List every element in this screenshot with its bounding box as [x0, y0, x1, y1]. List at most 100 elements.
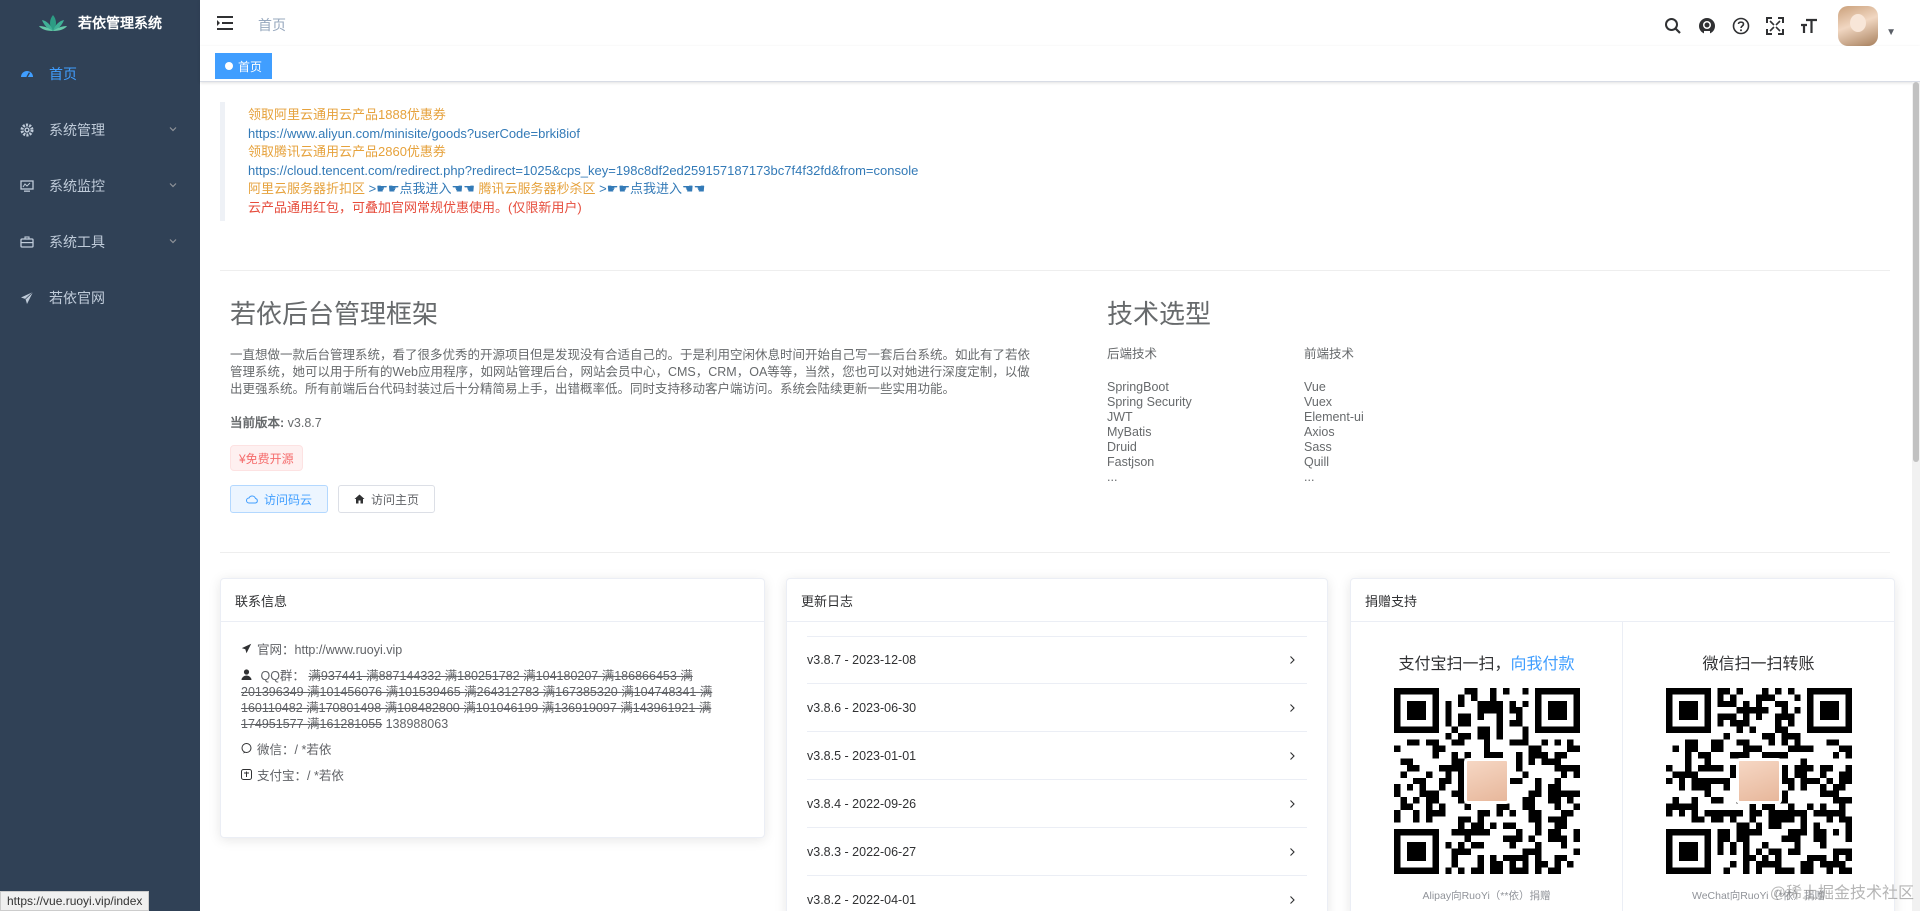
list-item: Fastjson — [1107, 455, 1155, 469]
sidebar-item-system-monitor[interactable]: 系统监控 — [0, 158, 200, 214]
cloud-icon — [246, 495, 258, 504]
app-logo[interactable]: 若依管理系统 — [0, 0, 200, 46]
qq-group-open: 138988063 — [385, 717, 449, 731]
wechat-qr-code — [1665, 688, 1852, 874]
scrollbar-thumb[interactable] — [1913, 82, 1919, 462]
alipay-caption: Alipay向RuoYi（**依）捐赠 — [1422, 890, 1551, 902]
qr-avatar — [1463, 758, 1510, 804]
alipay-label: 支付宝： — [257, 769, 308, 783]
chevron-down-icon — [169, 183, 177, 188]
frontend-tech-heading: 前端技术 — [1304, 347, 1355, 361]
alipay-title-highlight: 向我付款 — [1510, 656, 1575, 673]
changelog-item-label: v3.8.5 - 2023-01-01 — [807, 748, 917, 763]
notice-link[interactable]: >☛☛点我进入☚☚ — [599, 181, 705, 196]
notice-link[interactable]: >☛☛点我进入☚☚ — [369, 181, 475, 196]
chevron-down-icon — [169, 239, 177, 244]
intro-title: 若依后台管理框架 — [230, 299, 439, 329]
monitor-icon — [20, 179, 34, 193]
contact-card: 联系信息 官网： http://www.ruoyi.vip QQ群： 满9374… — [220, 578, 765, 838]
donate-card: 捐赠支持 支付宝扫一扫，向我付款 Alipay向RuoYi（**依）捐赠 微信扫… — [1350, 578, 1895, 911]
list-item: ... — [1107, 470, 1118, 484]
app-title: 若依管理系统 — [78, 15, 162, 31]
notice-link[interactable]: https://cloud.tencent.com/redirect.php?r… — [248, 162, 1890, 181]
notice-link[interactable]: https://www.aliyun.com/minisite/goods?us… — [248, 125, 1890, 144]
site-url[interactable]: http://www.ruoyi.vip — [295, 642, 403, 658]
github-icon[interactable] — [1690, 9, 1724, 43]
list-item: Axios — [1304, 425, 1335, 439]
caret-down-icon[interactable]: ▼ — [1886, 27, 1896, 38]
list-item: Vuex — [1304, 395, 1333, 409]
sidebar-item-home[interactable]: 首页 — [0, 46, 200, 102]
wechat-donate: 微信扫一扫转账 WeChat向RuoYi（*依）捐赠 — [1622, 622, 1894, 911]
notice-line[interactable]: 阿里云服务器折扣区 — [248, 181, 365, 196]
avatar[interactable] — [1838, 6, 1879, 46]
intro-section: 若依后台管理框架 一直想做一款后台管理系统，看了很多优秀的开源项目但是发现没有合… — [230, 294, 1040, 513]
dashboard-icon — [20, 67, 34, 81]
list-item: Sass — [1304, 440, 1332, 454]
changelog-item[interactable]: v3.8.2 - 2022-04-01 — [807, 876, 1307, 911]
qq-groups-full: 满937441 满887144332 满180251782 满104180207… — [241, 669, 713, 731]
intro-description: 一直想做一款后台管理系统，看了很多优秀的开源项目但是发现没有合适自己的。于是利用… — [230, 348, 1031, 396]
hamburger-icon[interactable] — [216, 14, 234, 32]
changelog-item-label: v3.8.7 - 2023-12-08 — [807, 653, 917, 667]
sidebar-item-system-management[interactable]: 系统管理 — [0, 102, 200, 158]
tech-title: 技术选型 — [1107, 299, 1212, 329]
tag-home[interactable]: 首页 — [215, 53, 273, 79]
changelog-item[interactable]: v3.8.6 - 2023-06-30 — [807, 684, 1307, 732]
breadcrumb: 首页 — [258, 17, 286, 33]
list-item: Druid — [1107, 440, 1137, 454]
vertical-scrollbar[interactable] — [1912, 82, 1920, 911]
sidebar-item-label: 系统工具 — [49, 234, 105, 250]
visit-gitee-button[interactable]: 访问码云 — [230, 485, 329, 513]
top-navbar: 首页 ▼ — [200, 0, 1920, 46]
sidebar-item-official-site[interactable]: 若依官网 — [0, 270, 200, 326]
list-item: Element-ui — [1304, 410, 1364, 424]
promo-notice: 领取阿里云通用云产品1888优惠券 https://www.aliyun.com… — [220, 102, 1890, 221]
card-title: 联系信息 — [221, 579, 764, 622]
list-item: Quill — [1304, 455, 1330, 469]
browser-status-url: https://vue.ruoyi.vip/index — [0, 891, 150, 911]
button-label: 访问码云 — [264, 492, 313, 507]
version-line: 当前版本: v3.8.7 — [230, 412, 1040, 431]
notice-line[interactable]: 领取阿里云通用云产品1888优惠券 — [248, 106, 1890, 125]
sidebar: 若依管理系统 首页 系统管理 系统监控 系统工具 若依官网 — [0, 0, 200, 911]
chevron-right-icon — [1290, 847, 1295, 856]
active-dot-icon — [225, 62, 233, 70]
lotus-logo-icon — [39, 15, 67, 31]
changelog-item[interactable]: v3.8.3 - 2022-06-27 — [807, 828, 1307, 876]
main-content: 领取阿里云通用云产品1888优惠券 https://www.aliyun.com… — [200, 82, 1912, 911]
gear-icon — [20, 123, 34, 137]
changelog-item[interactable]: v3.8.7 - 2023-12-08 — [807, 636, 1307, 684]
site-label: 官网： — [257, 643, 295, 657]
alipay-title-text: 支付宝扫一扫， — [1398, 656, 1511, 673]
changelog-item[interactable]: v3.8.5 - 2023-01-01 — [807, 732, 1307, 780]
notice-line: 云产品通用红包，可叠加官网常规优惠使用。(仅限新用户) — [248, 199, 582, 215]
chevron-right-icon — [1290, 703, 1295, 712]
fullscreen-icon[interactable] — [1758, 9, 1792, 43]
wechat-title: 微信扫一扫转账 — [1702, 656, 1815, 673]
notice-line[interactable]: 领取腾讯云通用云产品2860优惠券 — [248, 143, 1890, 162]
sidebar-item-label: 系统管理 — [49, 122, 105, 138]
backend-tech-heading: 后端技术 — [1107, 347, 1158, 361]
alipay-icon — [241, 768, 255, 784]
changelog-item[interactable]: v3.8.4 - 2022-09-26 — [807, 780, 1307, 828]
sidebar-item-label: 系统监控 — [49, 178, 105, 194]
tag-label: 首页 — [238, 59, 263, 74]
paper-plane-icon — [20, 291, 34, 305]
font-size-icon[interactable] — [1792, 9, 1826, 43]
alipay-value: / *若依 — [307, 769, 344, 783]
list-item: Spring Security — [1107, 395, 1192, 409]
alipay-title: 支付宝扫一扫，向我付款 — [1351, 650, 1622, 674]
sidebar-item-system-tools[interactable]: 系统工具 — [0, 214, 200, 270]
notice-line[interactable]: 腾讯云服务器秒杀区 — [478, 181, 595, 196]
list-item: JWT — [1107, 410, 1133, 424]
help-icon[interactable] — [1724, 9, 1758, 43]
wechat-label: 微信： — [257, 743, 295, 757]
search-icon[interactable] — [1656, 9, 1690, 43]
alipay-qr-code — [1393, 688, 1580, 874]
wechat-value: / *若依 — [294, 743, 332, 757]
sidebar-item-label: 首页 — [49, 66, 77, 82]
visit-homepage-button[interactable]: 访问主页 — [338, 485, 436, 513]
divider — [220, 552, 1890, 553]
version-label: 当前版本: — [230, 416, 285, 430]
